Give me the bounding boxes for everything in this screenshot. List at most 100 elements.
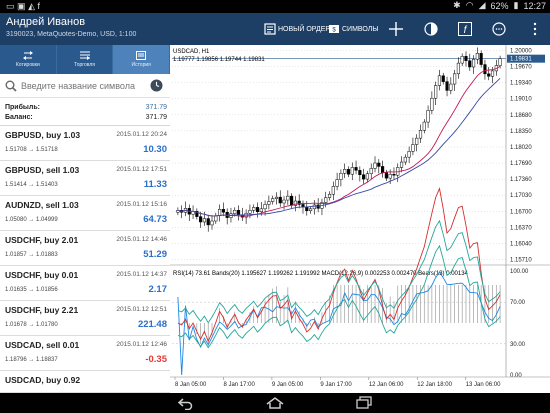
candle-body [210,220,214,226]
account-name[interactable]: Андрей Иванов [6,16,85,28]
search-input[interactable] [21,79,146,93]
list-item[interactable]: USDCHF, buy 0.01 2015.01.12 14:37 1.0163… [0,266,170,301]
sidebar-tabs: Котировки Торговля История [0,45,171,74]
price-tick-label: 1.19010 [510,97,532,103]
chat-button[interactable] [492,13,508,45]
balance-label: Баланс: [5,114,33,121]
candle-body [331,186,335,195]
candle-body [403,156,407,163]
objects-button[interactable]: f [458,13,474,45]
candle-body [278,196,282,204]
trade-prices: 1.01635 → 1.01856 [5,287,58,293]
clock-icon[interactable] [150,79,163,92]
time-axis: 8 Jan 05:00 8 Jan 17:00 9 Jan 05:00 9 Jan 1… [170,376,550,388]
candle-body [271,198,275,202]
price-chart[interactable]: 1.20000 1.19831 1.19670 1.19340 1.19010 1.186… [170,45,550,393]
chart-symbol: USDCAD, H1 [173,49,210,55]
crosshair-button[interactable] [389,13,405,45]
candle-body [377,162,381,167]
time-tick-label: 12 Jan 06:00 [369,382,404,388]
candle-body [236,210,241,215]
tab-quotes[interactable]: Котировки [0,45,57,74]
candle-body [327,193,332,198]
candle-body [335,179,339,187]
candle-body [263,204,267,210]
chart-panel[interactable]: 1.20000 1.19831 1.19670 1.19340 1.19010 1.186… [170,45,550,393]
price-tick-label: 1.17690 [510,161,532,167]
symbols-button[interactable]: $ СИМВОЛЫ [328,13,379,45]
candle-body [350,167,354,175]
candle-body [202,218,207,223]
home-icon[interactable] [264,396,286,410]
indicator-tick-label: 100.00 [510,269,529,275]
symbols-icon: $ [329,25,339,34]
candle-body [471,58,476,68]
indicator-tick-label: 0.00 [510,373,522,379]
lower-band-line [177,244,501,349]
trade-date: 2015.01.12 14:46 [116,236,167,243]
candle-body [358,170,362,175]
candle-body [316,204,320,209]
candle-body [460,56,464,64]
new-order-label: НОВЫЙ ОРДЕР [278,25,331,33]
rsi-line [177,271,501,376]
trade-title: GBPUSD, buy 1.03 [5,130,81,140]
candle-body [286,195,290,201]
price-tick-label: 1.17360 [510,177,532,183]
price-tick-label: 1.19670 [510,65,532,71]
list-item[interactable]: USDCAD, buy 0.92 [0,371,170,393]
battery-icon: ▮ [513,0,519,10]
list-item[interactable]: USDCHF, buy 2.01 2015.01.12 14:46 1.0185… [0,231,170,266]
status-bar: ▭ ▣ ◭ f ✱ ◠ ◢ 62% ▮ 12:27 [0,0,550,13]
candle-body [430,97,434,111]
tab-trade-label: Торговля [74,62,95,68]
clock-time: 12:27 [523,0,546,11]
list-item[interactable]: GBPUSD, sell 1.03 2015.01.12 17:51 1.514… [0,161,170,196]
tab-history[interactable]: История [113,45,171,74]
trade-title: USDCAD, buy 0.92 [5,375,81,385]
profit-row: Прибыль: 371.79 [5,104,167,111]
tab-trade[interactable]: Торговля [57,45,114,74]
tab-history-label: История [131,62,151,68]
price-tick-label: 1.16700 [510,209,532,215]
candle-body [479,53,483,65]
indicator-tick-label: 70.00 [510,300,526,306]
crosshair-icon [389,22,403,36]
trade-profit: 10.30 [143,144,167,155]
time-tick-label: 9 Jan 17:00 [320,382,352,388]
candle-body [483,64,487,75]
status-left-icons: ▭ ▣ ◭ f [6,1,40,12]
candle-body [267,201,271,205]
candle-body [464,56,468,61]
list-item[interactable]: AUDNZD, sell 1.03 2015.01.12 15:16 1.050… [0,196,170,231]
screen-icon: ▭ [6,1,15,11]
time-tick-label: 8 Jan 05:00 [175,382,207,388]
list-item[interactable]: USDCAD, sell 0.01 2015.01.12 12:46 1.187… [0,336,170,371]
price-tick-label: 1.18350 [510,129,532,135]
price-tick-label: 1.16040 [510,241,532,247]
candle-body [206,218,210,226]
trade-prices: 1.51414 → 1.51403 [5,182,58,188]
candle-body [388,173,392,179]
indicators-button[interactable] [424,13,440,45]
list-item[interactable]: USDCHF, buy 2.21 2015.01.12 12:51 1.0167… [0,301,170,336]
candle-body [290,195,294,206]
candle-body [354,167,358,171]
back-icon[interactable] [177,396,193,410]
trade-date: 2015.01.12 17:51 [116,166,167,173]
trade-date: 2015.01.12 14:37 [116,271,167,278]
list-item[interactable]: GBPUSD, buy 1.03 2015.01.12 20:24 1.5170… [0,126,170,161]
candle-body [373,162,377,169]
candle-body [343,169,347,174]
account-info: 3190023, MetaQuotes-Demo, USD, 1:100 [6,31,137,38]
price-tick-label: 1.15710 [510,258,532,264]
history-icon [136,51,147,60]
candle-body [255,207,260,213]
trade-title: USDCHF, buy 0.01 [5,270,79,280]
search-icon[interactable] [5,80,17,92]
new-order-button[interactable]: НОВЫЙ ОРДЕР [264,13,330,45]
overflow-menu-button[interactable] [532,13,540,45]
function-icon: f [458,22,472,36]
recent-apps-icon[interactable] [355,396,373,410]
price-tick-label: 1.18020 [510,145,532,151]
